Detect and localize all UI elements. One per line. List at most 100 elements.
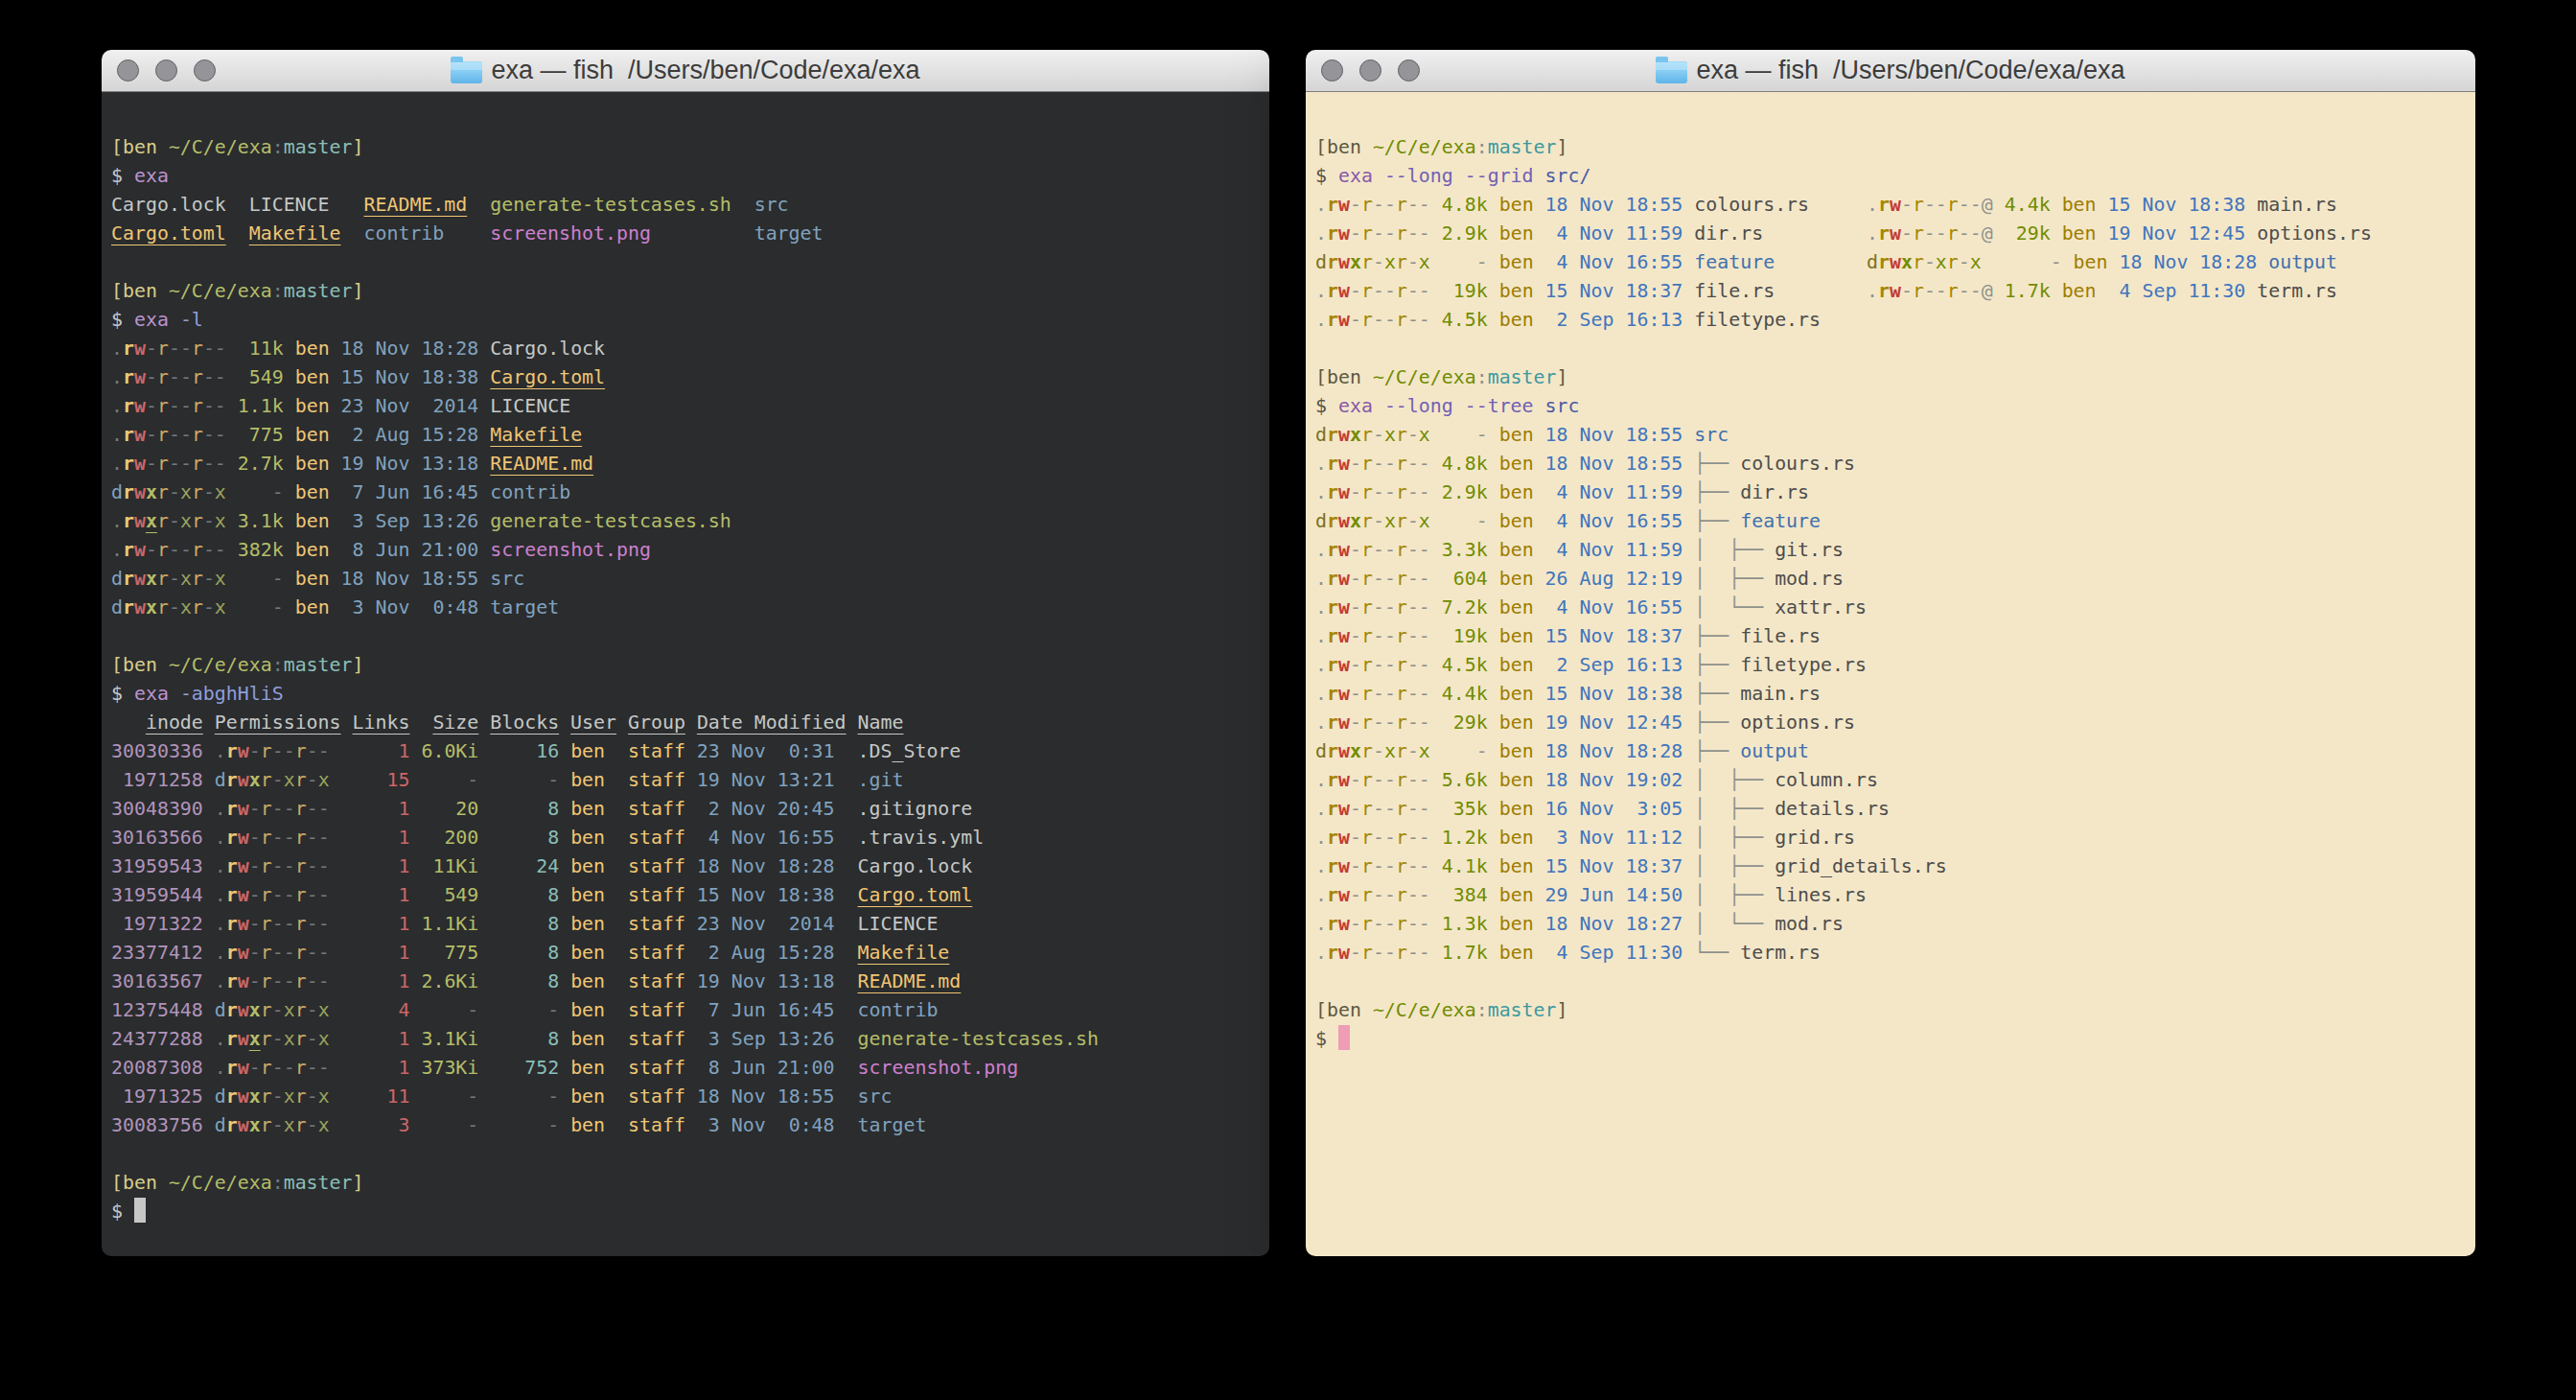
text-span (651, 222, 754, 245)
title-bar[interactable]: exa — fish /Users/ben/Code/exa/exa (102, 50, 1269, 92)
text-span: 4.4k (1430, 683, 1488, 705)
text-span: d (111, 568, 123, 590)
text-span: ~/C/e/exa (169, 280, 272, 302)
text-span: - (1419, 683, 1430, 705)
text-span: - (1407, 596, 1419, 618)
text-span: - (284, 970, 295, 992)
text-span: w (1338, 942, 1350, 964)
text-span: w (1338, 913, 1350, 935)
text-span: . (215, 1028, 226, 1050)
text-span (203, 740, 215, 762)
text-span: options.rs (2245, 222, 2372, 245)
text-span: ] (353, 280, 364, 302)
text-span: r (1327, 942, 1338, 964)
terminal-line: $ exa -abghHliS (111, 680, 1269, 709)
text-span: . (1315, 481, 1327, 503)
text-span: - (1373, 942, 1384, 964)
text-span: mod.rs (1775, 913, 1844, 935)
text-span: : (1476, 366, 1488, 388)
text-span: r (1361, 625, 1373, 647)
terminal-line: .rwxr-xr-x 3.1k ben 3 Sep 13:26 generate… (111, 507, 1269, 536)
text-span: - (1350, 481, 1361, 503)
text-span: 752 (478, 1057, 559, 1079)
text-span: x (284, 769, 295, 791)
text-span: │ ├── (1694, 798, 1775, 820)
text-span: - (169, 596, 180, 618)
text-span: 1.1Ki (409, 913, 478, 935)
text-span: contrib (363, 222, 444, 245)
terminal-output[interactable]: [ben ~/C/e/exa:master]$ exaCargo.lock LI… (102, 92, 1269, 1256)
text-span: - (1373, 625, 1384, 647)
text-span: - (1419, 798, 1430, 820)
text-span: 24 (478, 855, 559, 877)
text-span: r (1361, 222, 1373, 245)
text-span: options.rs (1740, 712, 1855, 734)
text-span: master (1488, 136, 1557, 158)
text-span: - (1350, 194, 1361, 216)
text-span: r (226, 942, 238, 964)
text-span: r (1361, 855, 1373, 877)
folder-icon[interactable] (451, 61, 482, 83)
minimize-button[interactable] (155, 59, 177, 82)
terminal-line: 31959543 .rw-r--r-- 1 11Ki 24 ben staff … (111, 852, 1269, 881)
minimize-button[interactable] (1359, 59, 1381, 82)
text-span: r (1396, 942, 1407, 964)
text-span: - (203, 481, 215, 503)
terminal-line: .rw-r--r-- 7.2k ben 4 Nov 16:55 │ └── xa… (1315, 594, 2475, 622)
text-span: x (284, 1114, 295, 1136)
text-span: 1971258 (111, 769, 203, 791)
text-span: x (318, 1028, 330, 1050)
text-span: - (1373, 913, 1384, 935)
text-span (203, 1028, 215, 1050)
text-span: . (1315, 798, 1327, 820)
text-span: r (1396, 424, 1407, 446)
zoom-button[interactable] (1398, 59, 1420, 82)
text-span: 8 (478, 1028, 559, 1050)
text-span: w (238, 999, 249, 1021)
text-span: w (238, 913, 249, 935)
text-span: d (1867, 251, 1878, 273)
text-span: w (1338, 654, 1350, 676)
text-span: - (1419, 855, 1430, 877)
text-span: w (238, 740, 249, 762)
text-span: README.md (858, 970, 962, 992)
text-span: 2 Aug 15:28 (330, 424, 479, 446)
text-span: x (215, 481, 226, 503)
text-span: 15 Nov 18:38 (330, 366, 479, 388)
zoom-button[interactable] (194, 59, 216, 82)
text-span: w (134, 424, 146, 446)
text-span: README.md (490, 453, 593, 475)
title-bar[interactable]: exa — fish /Users/ben/Code/exa/exa (1306, 50, 2475, 92)
text-span: - (272, 1114, 284, 1136)
text-span: - (1419, 222, 1430, 245)
close-button[interactable] (117, 59, 139, 82)
text-span: r (295, 740, 307, 762)
text-span: - (249, 740, 261, 762)
text-span: .travis.yml (835, 827, 985, 849)
text-span: - (272, 884, 284, 906)
text-span (1775, 251, 1867, 273)
text-span: 3 Nov 0:48 (685, 1114, 835, 1136)
terminal-line: .rw-r--r-- 1.7k ben 4 Sep 11:30 └── term… (1315, 939, 2475, 968)
text-span: - (1407, 424, 1419, 446)
text-span: x (1384, 424, 1396, 446)
folder-icon[interactable] (1656, 61, 1687, 83)
text-span: - (1384, 194, 1396, 216)
terminal-window-dark: exa — fish /Users/ben/Code/exa/exa [ben … (102, 50, 1269, 1256)
text-span: . (215, 913, 226, 935)
text-span: .gitignore (835, 798, 973, 820)
text-span: x (215, 596, 226, 618)
text-span: r (1396, 798, 1407, 820)
close-button[interactable] (1321, 59, 1343, 82)
text-span: r (1327, 596, 1338, 618)
terminal-line: .rw-r--r-- 4.8k ben 18 Nov 18:55 colours… (1315, 191, 2475, 220)
terminal-output[interactable]: [ben ~/C/e/exa:master]$ exa --long --gri… (1306, 92, 2475, 1256)
text-span: r (1327, 855, 1338, 877)
text-span: ben (284, 453, 330, 475)
text-span: - (1419, 827, 1430, 849)
text-span: - (1373, 453, 1384, 475)
text-span: 19 Nov 13:21 (685, 769, 835, 791)
text-span: - (1407, 222, 1419, 245)
text-span: 3 (330, 1114, 410, 1136)
text-span: - (1430, 424, 1488, 446)
